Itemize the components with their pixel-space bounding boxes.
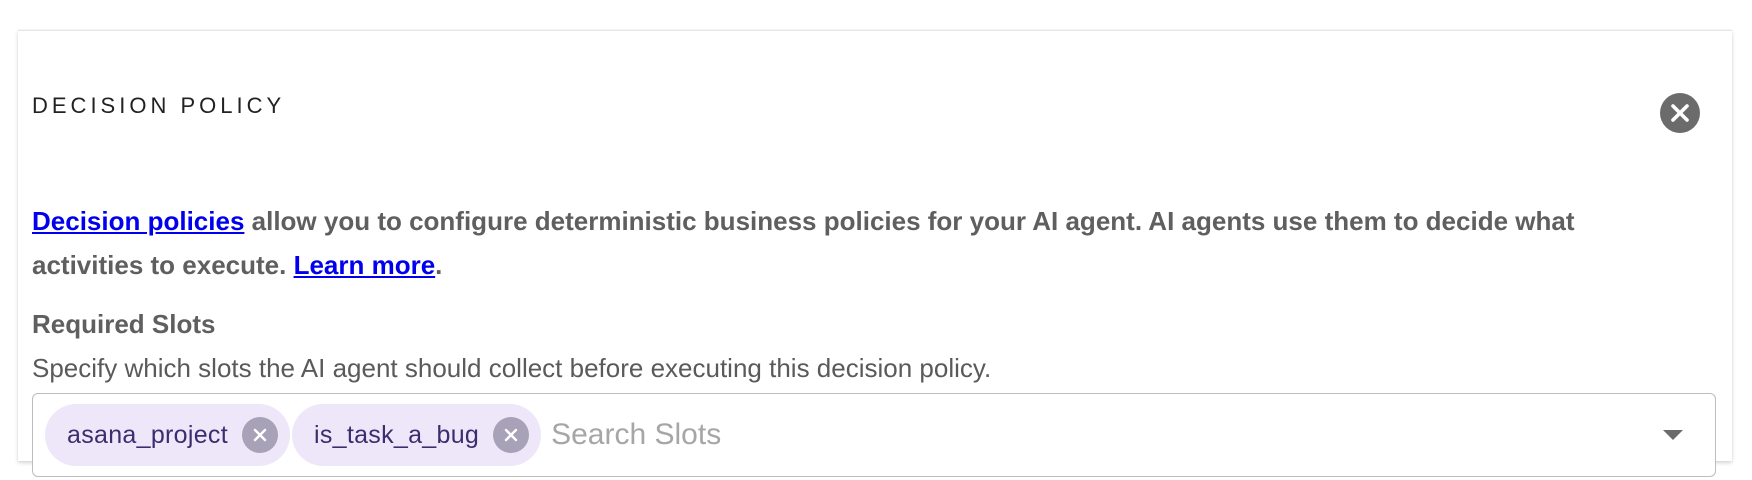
close-button[interactable] — [1660, 93, 1700, 133]
slot-chip-label: is_task_a_bug — [313, 420, 480, 449]
required-slots-label: Required Slots — [32, 309, 216, 339]
close-icon — [504, 428, 518, 442]
policy-description: Decision policies allow you to configure… — [32, 199, 1692, 287]
slots-select[interactable]: asana_project is_task_a_bug — [32, 393, 1716, 477]
slot-chip: asana_project — [45, 404, 290, 466]
remove-slot-button[interactable] — [493, 417, 530, 453]
caret-down-icon — [1663, 430, 1683, 440]
description-trailing: . — [435, 250, 443, 280]
decision-policies-link[interactable]: Decision policies — [32, 206, 244, 236]
description-body: allow you to configure deterministic bus… — [32, 206, 1575, 280]
decision-policy-panel: DECISION POLICY Decision policies allow … — [18, 30, 1732, 477]
remove-slot-button[interactable] — [241, 417, 278, 453]
dropdown-toggle-button[interactable] — [1643, 405, 1703, 465]
slot-chip: is_task_a_bug — [291, 404, 542, 466]
search-slots-input[interactable] — [551, 405, 1643, 465]
learn-more-link[interactable]: Learn more — [294, 250, 436, 280]
close-icon — [253, 428, 267, 442]
required-slots-help: Specify which slots the AI agent should … — [32, 353, 992, 383]
section-title: DECISION POLICY — [32, 93, 286, 118]
slot-chip-label: asana_project — [67, 420, 228, 449]
close-icon — [1671, 104, 1689, 122]
